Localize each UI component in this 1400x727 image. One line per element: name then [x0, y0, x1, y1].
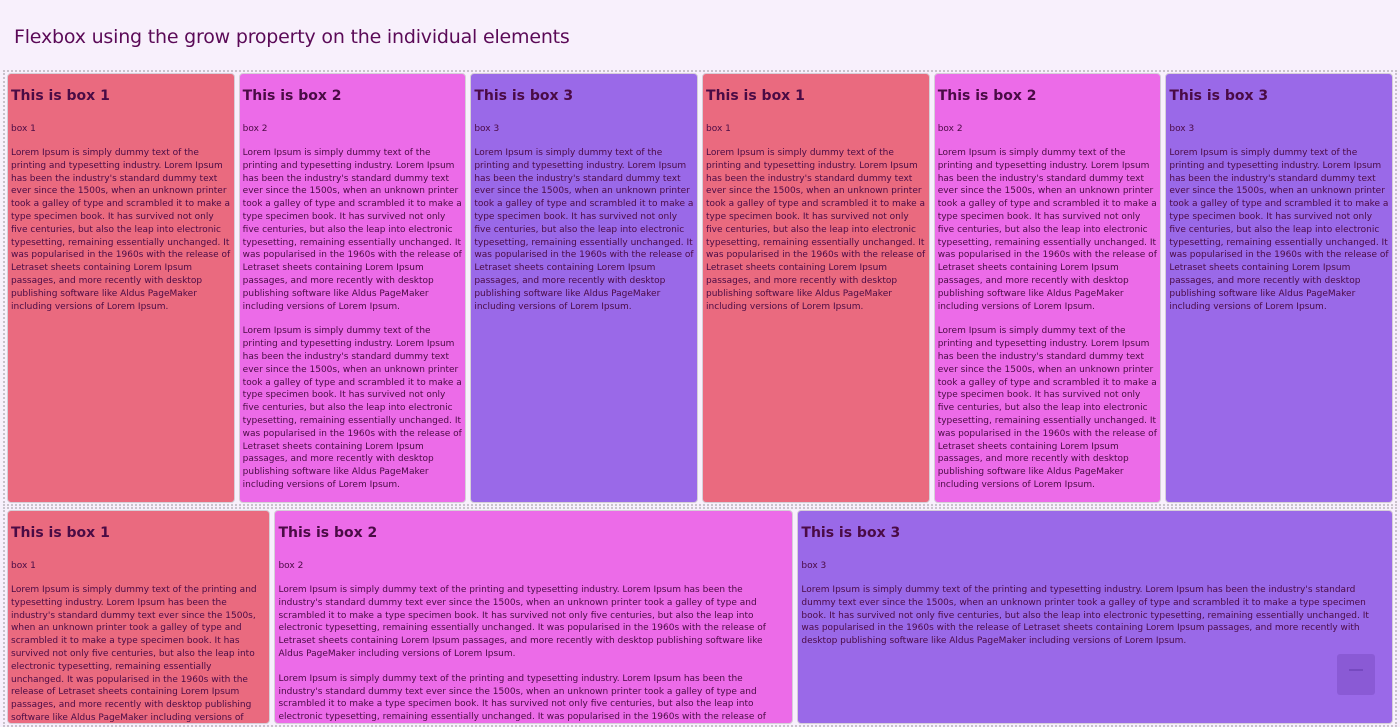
box-3: This is box 3 box 3 Lorem Ipsum is simpl…: [797, 510, 1393, 724]
box-title: This is box 2: [278, 525, 378, 541]
box-subtitle: box 2: [278, 561, 304, 571]
flex-container-row-2: This is box 1 box 1 Lorem Ipsum is simpl…: [3, 507, 1397, 727]
box-subtitle: box 3: [474, 124, 500, 134]
box-paragraph: Lorem Ipsum is simply dummy text of the …: [937, 326, 1157, 490]
box-3: This is box 3 box 3 Lorem Ipsum is simpl…: [1165, 73, 1394, 503]
box-1: This is box 1 box 1 Lorem Ipsum is simpl…: [7, 510, 271, 724]
box-title: This is box 1: [706, 88, 805, 104]
box-paragraph: Lorem Ipsum is simply dummy text of the …: [278, 673, 766, 723]
box-title: This is box 3: [801, 525, 901, 541]
box-paragraph: Lorem Ipsum is simply dummy text of the …: [278, 585, 766, 659]
box-3: This is box 3 box 3 Lorem Ipsum is simpl…: [470, 73, 699, 503]
box-subtitle: box 3: [801, 561, 827, 571]
box-subtitle: box 3: [1169, 124, 1195, 134]
box-1: This is box 1 box 1 Lorem Ipsum is simpl…: [702, 73, 930, 503]
box-subtitle: box 2: [242, 124, 268, 134]
box-2: This is box 2 box 2 Lorem Ipsum is simpl…: [274, 510, 794, 724]
box-subtitle: box 2: [937, 124, 963, 134]
box-paragraph: Lorem Ipsum is simply dummy text of the …: [11, 148, 231, 312]
box-paragraph: Lorem Ipsum is simply dummy text of the …: [801, 585, 1369, 647]
box-title: This is box 2: [242, 88, 342, 104]
box-2: This is box 2 box 2 Lorem Ipsum is simpl…: [933, 73, 1162, 503]
box-subtitle: box 1: [11, 124, 36, 134]
box-paragraph: Lorem Ipsum is simply dummy text of the …: [11, 585, 257, 723]
box-2: This is box 2 box 2 Lorem Ipsum is simpl…: [238, 73, 467, 503]
box-title: This is box 2: [937, 88, 1037, 104]
box-paragraph: Lorem Ipsum is simply dummy text of the …: [242, 326, 462, 490]
box-paragraph: Lorem Ipsum is simply dummy text of the …: [474, 148, 694, 312]
box-paragraph: Lorem Ipsum is simply dummy text of the …: [706, 148, 926, 312]
box-paragraph: Lorem Ipsum is simply dummy text of the …: [242, 148, 462, 312]
scroll-to-top-button[interactable]: [1337, 654, 1375, 695]
box-paragraph: Lorem Ipsum is simply dummy text of the …: [1169, 148, 1389, 312]
box-subtitle: box 1: [706, 124, 731, 134]
box-title: This is box 3: [1169, 88, 1269, 104]
box-title: This is box 1: [11, 525, 110, 541]
box-title: This is box 1: [11, 88, 110, 104]
box-title: This is box 3: [474, 88, 574, 104]
box-1: This is box 1 box 1 Lorem Ipsum is simpl…: [7, 73, 235, 503]
box-subtitle: box 1: [11, 561, 36, 571]
box-paragraph: Lorem Ipsum is simply dummy text of the …: [937, 148, 1157, 312]
flex-container-row-1: This is box 1 box 1 Lorem Ipsum is simpl…: [3, 70, 1397, 506]
page-title: Flexbox using the grow property on the i…: [14, 26, 570, 48]
arrow-up-icon: [1349, 669, 1363, 673]
